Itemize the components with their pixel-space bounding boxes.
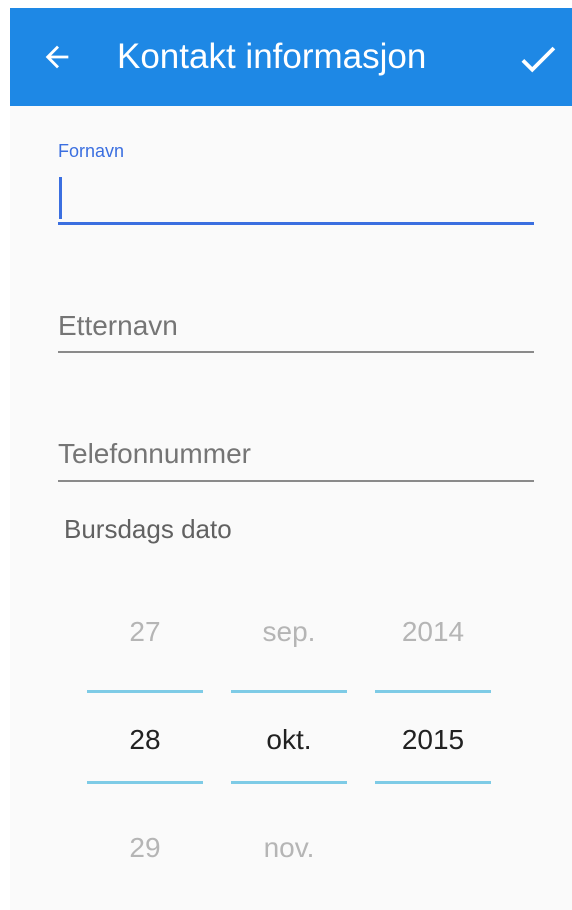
month-picker-divider-top — [231, 690, 347, 693]
arrow-left-icon — [45, 45, 69, 69]
month-current-value[interactable]: okt. — [231, 720, 347, 760]
first-name-label: Fornavn — [58, 141, 125, 161]
day-prev-value[interactable]: 27 — [87, 612, 203, 652]
day-picker[interactable]: 27 28 29 — [87, 606, 203, 878]
phone-underline — [58, 480, 534, 482]
app-bar: Kontakt informasjon — [10, 8, 572, 106]
first-name-input[interactable] — [58, 171, 534, 223]
save-button[interactable] — [512, 34, 564, 84]
month-next-value[interactable]: nov. — [231, 828, 347, 868]
day-picker-divider-top — [87, 690, 203, 693]
first-name-field-group: Fornavn — [58, 141, 534, 231]
last-name-underline — [58, 351, 534, 353]
phone-field-group — [58, 428, 534, 488]
back-button[interactable] — [32, 32, 82, 82]
last-name-input[interactable] — [58, 300, 534, 352]
day-current-value[interactable]: 28 — [87, 720, 203, 760]
text-cursor — [59, 177, 62, 219]
first-name-underline — [58, 222, 534, 225]
year-picker[interactable]: 2014 2015 — [375, 606, 491, 878]
phone-input[interactable] — [58, 428, 534, 480]
month-prev-value[interactable]: sep. — [231, 612, 347, 652]
year-current-value[interactable]: 2015 — [375, 720, 491, 760]
page-title: Kontakt informasjon — [117, 37, 427, 76]
year-prev-value[interactable]: 2014 — [375, 612, 491, 652]
screen: Kontakt informasjon Fornavn Bursdags dat… — [10, 8, 572, 910]
month-picker[interactable]: sep. okt. nov. — [231, 606, 347, 878]
year-picker-divider-top — [375, 690, 491, 693]
last-name-field-group — [58, 300, 534, 360]
birthday-label: Bursdags dato — [64, 514, 232, 544]
month-picker-divider-bottom — [231, 781, 347, 784]
day-next-value[interactable]: 29 — [87, 828, 203, 868]
check-icon — [521, 46, 556, 73]
day-picker-divider-bottom — [87, 781, 203, 784]
year-picker-divider-bottom — [375, 781, 491, 784]
